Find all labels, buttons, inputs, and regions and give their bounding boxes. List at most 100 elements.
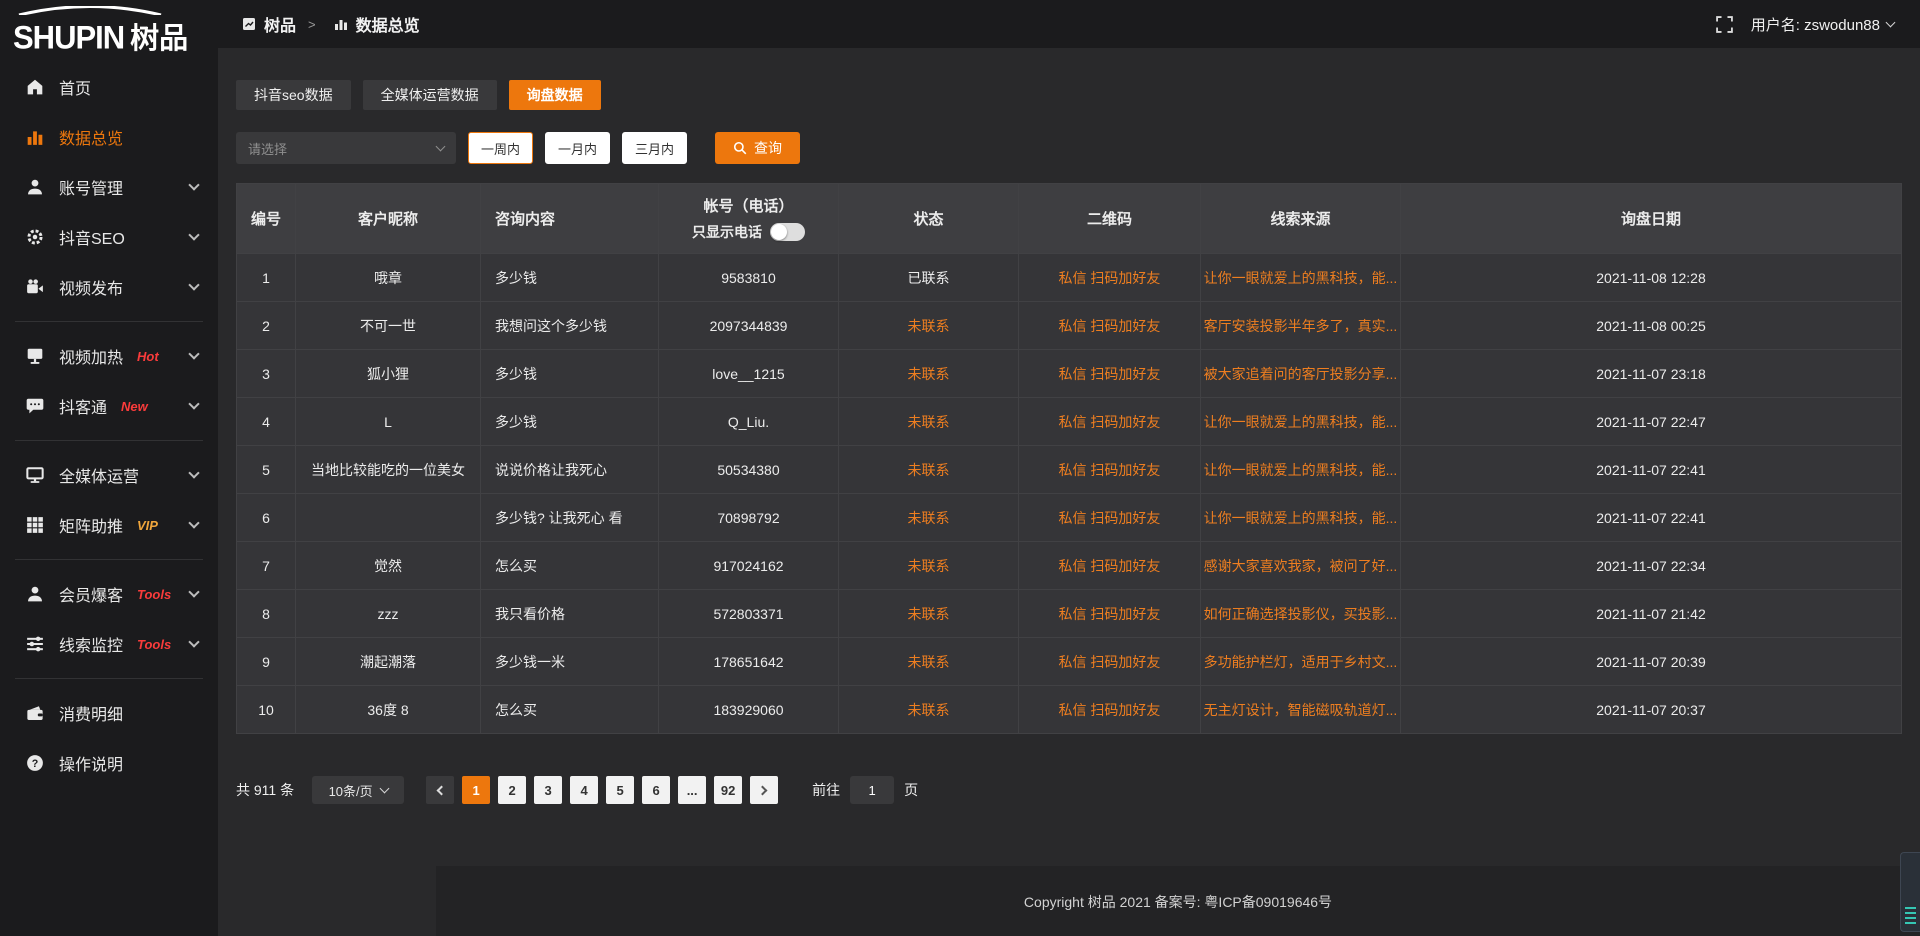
source-link[interactable]: 让你一眼就爱上的黑科技，能...: [1204, 414, 1398, 430]
table-row: 8zzz我只看价格572803371未联系私信 扫码加好友如何正确选择投影仪，买…: [237, 590, 1902, 638]
breadcrumb-root[interactable]: 树品: [264, 12, 296, 36]
cell-nickname: 狐小狸: [296, 350, 481, 398]
qrcode-link[interactable]: 私信 扫码加好友: [1059, 318, 1161, 334]
source-link[interactable]: 多功能护栏灯，适用于乡村文...: [1204, 654, 1398, 670]
tab-omni-media-data[interactable]: 全媒体运营数据: [363, 80, 497, 110]
page-button-1[interactable]: 1: [462, 776, 490, 804]
sidebar-item-omni-media[interactable]: 全媒体运营: [0, 450, 218, 500]
goto-page-input[interactable]: [850, 776, 894, 804]
cell-status: 未联系: [839, 686, 1019, 734]
phone-only-toggle[interactable]: [770, 223, 805, 241]
qrcode-link[interactable]: 私信 扫码加好友: [1059, 606, 1161, 622]
col-header-date: 询盘日期: [1401, 184, 1902, 254]
period-month-button[interactable]: 一月内: [545, 132, 610, 164]
col-header-status: 状态: [839, 184, 1019, 254]
source-link[interactable]: 被大家追着问的客厅投影分享...: [1204, 366, 1398, 382]
cell-date: 2021-11-07 22:41: [1401, 446, 1902, 494]
qrcode-link[interactable]: 私信 扫码加好友: [1059, 654, 1161, 670]
cell-id: 4: [237, 398, 296, 446]
source-link[interactable]: 如何正确选择投影仪，买投影...: [1204, 606, 1398, 622]
source-link[interactable]: 无主灯设计，智能磁吸轨道灯...: [1204, 702, 1398, 718]
col-header-source: 线索来源: [1201, 184, 1401, 254]
user-menu[interactable]: 用户名: zswodun88: [1751, 14, 1894, 35]
cell-content: 怎么买: [481, 542, 659, 590]
page-ellipsis-button[interactable]: ...: [678, 776, 706, 804]
table-row: 3狐小狸多少钱love__1215未联系私信 扫码加好友被大家追着问的客厅投影分…: [237, 350, 1902, 398]
chevron-down-icon: [188, 279, 199, 290]
cell-id: 7: [237, 542, 296, 590]
cell-source: 被大家追着问的客厅投影分享...: [1201, 350, 1401, 398]
page-size-value: 10条/页: [329, 781, 373, 800]
bar-chart-icon: [25, 128, 44, 147]
cell-id: 2: [237, 302, 296, 350]
source-link[interactable]: 感谢大家喜欢我家，被问了好...: [1204, 558, 1398, 574]
page-button-3[interactable]: 3: [534, 776, 562, 804]
wallet-icon: [25, 704, 44, 723]
username-label: 用户名: zswodun88: [1751, 14, 1880, 35]
qrcode-link[interactable]: 私信 扫码加好友: [1059, 510, 1161, 526]
col-header-nickname: 客户昵称: [296, 184, 481, 254]
cell-nickname: zzz: [296, 590, 481, 638]
sidebar-item-label: 会员爆客: [59, 582, 123, 606]
page-button-5[interactable]: 5: [606, 776, 634, 804]
table-row: 5当地比较能吃的一位美女说说价格让我死心50534380未联系私信 扫码加好友让…: [237, 446, 1902, 494]
search-button-label: 查询: [754, 138, 782, 158]
account-select[interactable]: 请选择: [236, 132, 456, 164]
qrcode-link[interactable]: 私信 扫码加好友: [1059, 462, 1161, 478]
tab-inquiry-data[interactable]: 询盘数据: [509, 80, 601, 110]
sidebar-item-home[interactable]: 首页: [0, 62, 218, 112]
sidebar-item-label: 视频加热: [59, 344, 123, 368]
sidebar-item-video-publish[interactable]: 视频发布: [0, 262, 218, 312]
period-quarter-button[interactable]: 三月内: [622, 132, 687, 164]
sidebar-divider: [15, 321, 203, 322]
prev-page-button[interactable]: [426, 776, 454, 804]
sidebar-item-video-heat[interactable]: 视频加热 Hot: [0, 331, 218, 381]
status-text: 未联系: [908, 510, 950, 526]
search-button[interactable]: 查询: [715, 132, 800, 164]
page-button-92[interactable]: 92: [714, 776, 742, 804]
sidebar-item-member-burst[interactable]: 会员爆客 Tools: [0, 569, 218, 619]
cell-date: 2021-11-07 22:41: [1401, 494, 1902, 542]
source-link[interactable]: 客厅安装投影半年多了，真实...: [1204, 318, 1398, 334]
page-button-2[interactable]: 2: [498, 776, 526, 804]
sidebar-item-data-overview[interactable]: 数据总览: [0, 112, 218, 162]
floating-side-widget[interactable]: [1900, 852, 1920, 932]
qrcode-link[interactable]: 私信 扫码加好友: [1059, 702, 1161, 718]
cell-source: 客厅安装投影半年多了，真实...: [1201, 302, 1401, 350]
chevron-down-icon: [436, 141, 446, 151]
cell-account: 178651642: [659, 638, 839, 686]
sidebar-item-account-management[interactable]: 账号管理: [0, 162, 218, 212]
qrcode-link[interactable]: 私信 扫码加好友: [1059, 414, 1161, 430]
app-logo[interactable]: SHUPIN 树品: [0, 0, 218, 62]
qrcode-link[interactable]: 私信 扫码加好友: [1059, 558, 1161, 574]
breadcrumb-current: 数据总览: [356, 12, 420, 36]
cell-id: 5: [237, 446, 296, 494]
page-size-select[interactable]: 10条/页: [312, 776, 404, 804]
sidebar-item-spending-detail[interactable]: 消费明细: [0, 688, 218, 738]
cell-source: 让你一眼就爱上的黑科技，能...: [1201, 254, 1401, 302]
page-button-4[interactable]: 4: [570, 776, 598, 804]
sidebar-item-lead-monitor[interactable]: 线索监控 Tools: [0, 619, 218, 669]
sidebar-item-douyin-seo[interactable]: 抖音SEO: [0, 212, 218, 262]
cell-content: 说说价格让我死心: [481, 446, 659, 494]
sidebar-item-label: 线索监控: [59, 632, 123, 656]
chevron-down-icon: [188, 467, 199, 478]
qrcode-link[interactable]: 私信 扫码加好友: [1059, 270, 1161, 286]
source-link[interactable]: 让你一眼就爱上的黑科技，能...: [1204, 462, 1398, 478]
qrcode-link[interactable]: 私信 扫码加好友: [1059, 366, 1161, 382]
source-link[interactable]: 让你一眼就爱上的黑科技，能...: [1204, 510, 1398, 526]
tab-douyin-seo-data[interactable]: 抖音seo数据: [236, 80, 351, 110]
cell-account: 9583810: [659, 254, 839, 302]
cell-nickname: 36度 8: [296, 686, 481, 734]
sidebar-item-instructions[interactable]: ? 操作说明: [0, 738, 218, 788]
cell-status: 未联系: [839, 494, 1019, 542]
period-week-button[interactable]: 一周内: [468, 132, 533, 164]
sidebar-item-douketong[interactable]: 抖客通 New: [0, 381, 218, 431]
next-page-button[interactable]: [750, 776, 778, 804]
source-link[interactable]: 让你一眼就爱上的黑科技，能...: [1204, 270, 1398, 286]
table-row: 2不可一世我想问这个多少钱2097344839未联系私信 扫码加好友客厅安装投影…: [237, 302, 1902, 350]
status-text: 已联系: [908, 270, 950, 286]
page-button-6[interactable]: 6: [642, 776, 670, 804]
fullscreen-icon[interactable]: [1716, 16, 1733, 33]
sidebar-item-matrix-boost[interactable]: 矩阵助推 VIP: [0, 500, 218, 550]
